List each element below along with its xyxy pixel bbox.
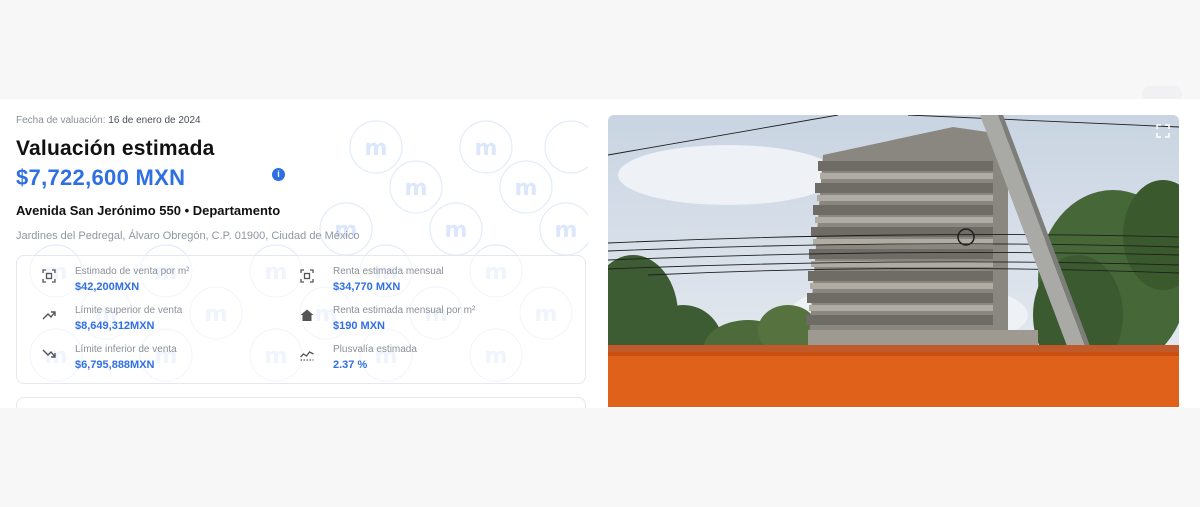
metric-rent-per-m2: Renta estimada mensual por m² $190 MXN (299, 305, 549, 341)
metric-label: Límite superior de venta (75, 305, 183, 316)
area-icon (42, 269, 56, 283)
metric-sale-per-m2: Estimado de venta por m² $42,200MXN (41, 266, 291, 302)
area-icon (300, 269, 314, 283)
metric-value: $190 MXN (333, 320, 385, 332)
info-icon[interactable]: i (272, 168, 285, 181)
svg-text:m: m (555, 218, 578, 243)
metric-appreciation: Plusvalía estimada 2.37 % (299, 344, 549, 380)
valuation-date-value: 16 de enero de 2024 (108, 115, 201, 126)
chart-line-icon (300, 351, 314, 361)
metric-label: Límite inferior de venta (75, 344, 177, 355)
property-address: Avenida San Jerónimo 550 • Departamento (16, 203, 281, 218)
home-icon (300, 309, 314, 321)
metric-rent-monthly: Renta estimada mensual $34,770 MXN (299, 266, 549, 302)
trend-down-icon (42, 349, 56, 358)
metric-label: Renta estimada mensual (333, 266, 444, 277)
valuation-date: Fecha de valuación: 16 de enero de 2024 (16, 115, 201, 126)
trend-up-icon (42, 311, 56, 320)
metrics-panel: Estimado de venta por m² $42,200MXN Rent… (16, 255, 586, 384)
valuation-date-label: Fecha de valuación: (16, 115, 106, 126)
svg-text:m: m (405, 176, 428, 201)
valuation-card: mm mm mmm mmmmm mmmmm mmmmm Fecha de val… (0, 99, 1200, 408)
metric-value: $8,649,312MXN (75, 320, 155, 332)
metric-value: $34,770 MXN (333, 281, 401, 293)
page-title: Valuación estimada (16, 137, 215, 160)
valuation-summary: mm mm mmm mmmmm mmmmm mmmmm Fecha de val… (16, 99, 588, 408)
metric-value: 2.37 % (333, 359, 368, 371)
metric-label: Renta estimada mensual por m² (333, 305, 476, 316)
street-view-image (608, 115, 1179, 407)
estimated-price: $7,722,600 MXN (16, 165, 186, 190)
metric-label: Plusvalía estimada (333, 344, 417, 355)
expand-icon[interactable] (1155, 123, 1171, 139)
svg-text:m: m (515, 176, 538, 201)
property-locality: Jardines del Pedregal, Álvaro Obregón, C… (16, 230, 360, 242)
metric-value: $6,795,888MXN (75, 359, 155, 371)
svg-text:m: m (445, 218, 468, 243)
property-photo[interactable] (608, 115, 1179, 407)
svg-text:m: m (475, 136, 498, 161)
secondary-card (16, 397, 586, 408)
metric-lower-limit: Límite inferior de venta $6,795,888MXN (41, 344, 291, 380)
metric-upper-limit: Límite superior de venta $8,649,312MXN (41, 305, 291, 341)
svg-text:m: m (365, 136, 388, 161)
metric-label: Estimado de venta por m² (75, 266, 190, 277)
metric-value: $42,200MXN (75, 281, 140, 293)
